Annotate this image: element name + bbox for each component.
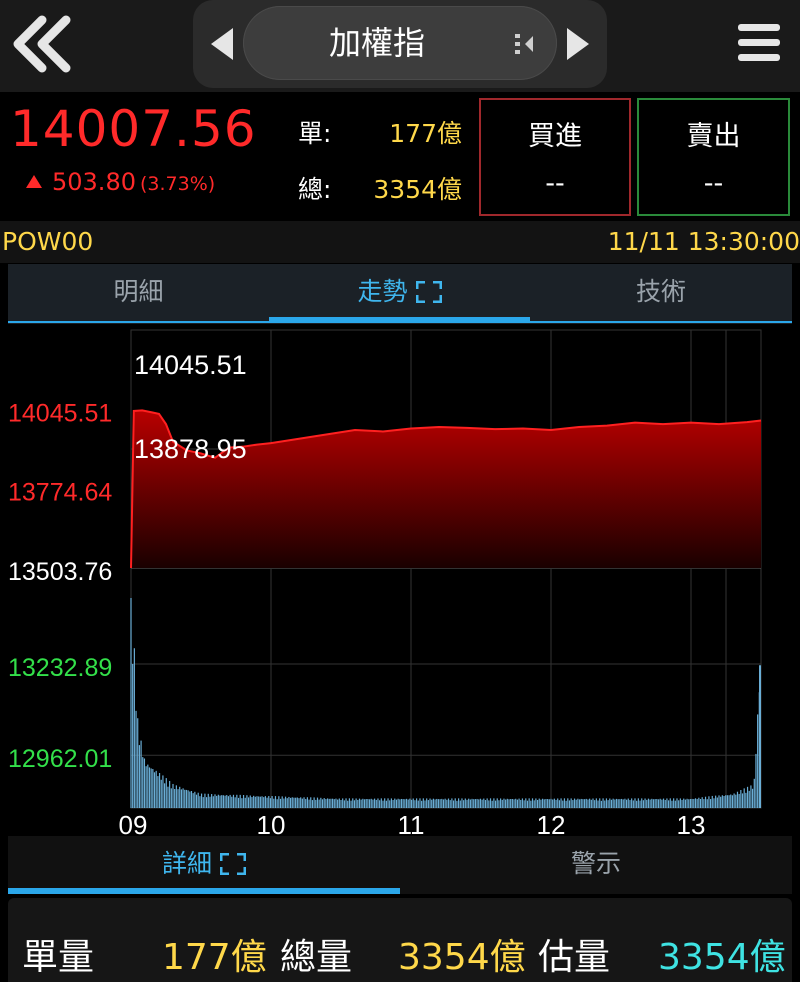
info-bar: POW00 11/11 13:30:00 — [0, 221, 800, 263]
x-tick-label: 10 — [257, 810, 286, 836]
low-label: 13878.95 — [134, 434, 247, 464]
buy-value: -- — [545, 168, 565, 199]
y-tick-label: 13232.89 — [8, 654, 112, 682]
x-tick-label: 13 — [677, 810, 706, 836]
tab-detail[interactable]: 明細 — [8, 264, 269, 320]
symbol-pill[interactable]: 加權指 — [243, 6, 557, 80]
change-value: 503.80 — [52, 168, 136, 196]
symbol-title: 加權指 — [328, 24, 425, 62]
summary-single-value: 177億 — [162, 937, 267, 978]
quote-time: 11/11 13:30:00 — [607, 227, 800, 256]
summary-total-label: 總量 — [280, 937, 353, 978]
active-bottom-tab-indicator — [8, 888, 400, 894]
view-tabs: 明細 走勢 技術 — [8, 264, 792, 324]
volume-summary: 單量 177億 總量 3354億 估量 3354億 — [8, 898, 792, 982]
change-percent: (3.73%) — [139, 173, 216, 195]
summary-est-value: 3354億 — [658, 937, 786, 978]
x-tick-label: 11 — [398, 810, 425, 836]
trend-chart-area: 09 10 11 12 13 14045.51 13774.64 13503.76 13232.… — [0, 324, 800, 840]
y-tick-label: 13774.64 — [8, 479, 112, 507]
tab-trend[interactable]: 走勢 — [269, 264, 530, 320]
tab-alerts[interactable]: 警示 — [400, 836, 792, 892]
last-price: 14007.56 — [10, 100, 257, 158]
summary-single-label: 單量 — [22, 937, 95, 978]
tab-details[interactable]: 詳細 — [8, 836, 400, 892]
buy-box[interactable]: 買進 -- — [479, 98, 631, 216]
sell-box[interactable]: 賣出 -- — [637, 98, 790, 216]
price-change: 503.80 (3.73%) — [26, 168, 215, 196]
tab-details-label: 詳細 — [161, 849, 212, 878]
double-chevron-left-icon[interactable] — [8, 12, 78, 76]
buy-label: 買進 — [528, 121, 582, 152]
single-volume-label: 單: — [298, 119, 332, 148]
single-volume-value: 177億 — [389, 119, 462, 148]
y-tick-label: 12962.01 — [8, 745, 112, 773]
symbol-selector: 加權指 — [193, 0, 607, 88]
y-tick-label: 13503.76 — [8, 558, 112, 586]
up-triangle-icon — [26, 175, 42, 188]
plot-frame — [130, 329, 762, 809]
hamburger-menu-icon[interactable] — [736, 18, 782, 68]
product-code: POW00 — [2, 227, 94, 256]
total-volume-label: 總: — [298, 175, 332, 204]
swap-icon[interactable] — [513, 32, 539, 56]
next-symbol-button[interactable] — [561, 22, 595, 66]
sell-label: 賣出 — [686, 121, 741, 152]
expand-icon[interactable] — [220, 853, 246, 875]
high-label: 14045.51 — [134, 350, 247, 380]
top-bar: 加權指 — [0, 0, 800, 92]
y-tick-label: 14045.51 — [8, 399, 112, 427]
summary-est-label: 估量 — [538, 937, 611, 978]
prev-symbol-button[interactable] — [205, 22, 239, 66]
expand-icon[interactable] — [415, 281, 442, 303]
x-tick-label: 12 — [537, 810, 566, 836]
bottom-tabs: 詳細 警示 — [8, 836, 792, 894]
tab-trend-label: 走勢 — [357, 277, 408, 306]
trend-chart[interactable]: 09 10 11 12 13 14045.51 13774.64 13503.76 13232.… — [0, 324, 800, 840]
total-volume-value: 3354億 — [373, 175, 462, 204]
x-tick-label: 09 — [119, 810, 148, 836]
tabs-divider — [8, 321, 792, 323]
summary-total-value: 3354億 — [398, 937, 526, 978]
tab-technical[interactable]: 技術 — [530, 264, 792, 320]
sell-value: -- — [703, 168, 724, 199]
